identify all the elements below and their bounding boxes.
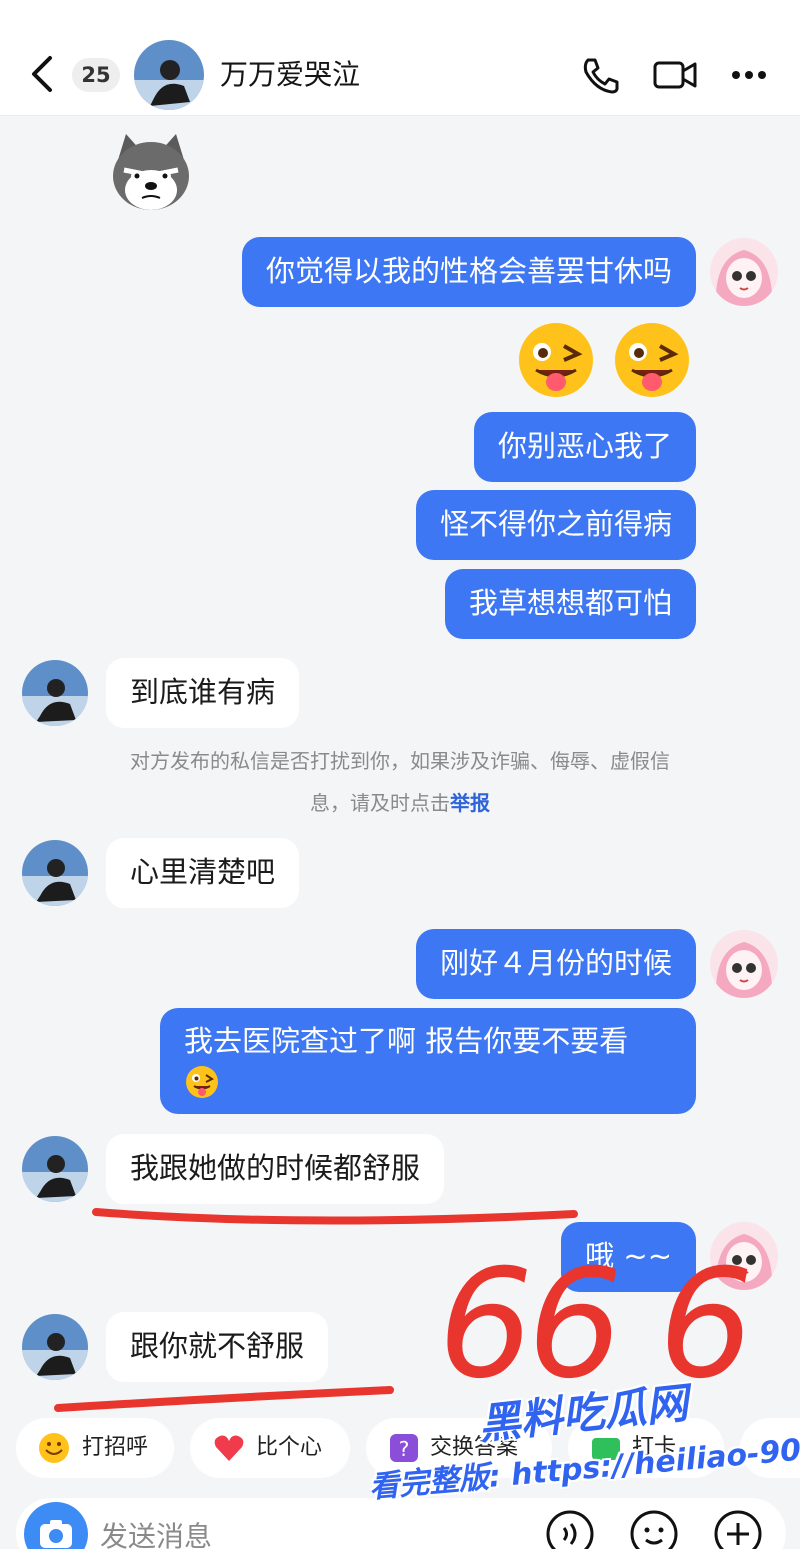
message-bubble-outgoing[interactable]: 你觉得以我的性格会善罢甘休吗 [241, 237, 696, 307]
message-bubble-outgoing[interactable]: 怪不得你之前得病 [415, 490, 696, 560]
add-icon[interactable] [712, 1508, 764, 1549]
voice-icon[interactable] [544, 1508, 596, 1549]
safety-notice-line1: 对方发布的私信是否打扰到你，如果涉及诈骗、侮辱、虚假信 [130, 749, 670, 773]
unread-count-badge: 25 [72, 58, 120, 92]
safety-notice-line2: 息，请及时点击 [310, 791, 450, 815]
wave-emoji-icon [39, 1433, 69, 1463]
more-options-icon[interactable] [728, 54, 774, 96]
quick-action-label: 打招呼 [82, 1435, 149, 1460]
camera-icon [40, 1520, 72, 1548]
video-call-icon[interactable] [652, 54, 698, 96]
message-bubble-outgoing[interactable]: 刚好４月份的时候 [415, 929, 696, 999]
message-bubble-incoming[interactable]: 到底谁有病 [106, 658, 300, 728]
dog-sticker [108, 130, 194, 216]
wink-tongue-emoji-pair [512, 320, 698, 400]
message-input[interactable]: 发送消息 [100, 1515, 212, 1549]
message-bubble-outgoing[interactable]: 我草想想都可怕 [444, 569, 696, 639]
heart-icon [214, 1435, 244, 1461]
contact-avatar[interactable] [134, 40, 204, 110]
message-text: 我去医院查过了啊 报告你要不要看 [184, 1024, 629, 1058]
back-arrow-icon[interactable] [28, 54, 58, 94]
report-link[interactable]: 举报 [450, 791, 490, 815]
safety-notice: 对方发布的私信是否打扰到你，如果涉及诈骗、侮辱、虚假信 息，请及时点击举报 [40, 740, 760, 824]
quick-action-wave[interactable]: 打招呼 [16, 1418, 174, 1478]
message-bubble-outgoing-multiline[interactable]: 我去医院查过了啊 报告你要不要看 [160, 1008, 696, 1114]
contact-name: 万万爱哭泣 [220, 58, 361, 91]
wink-tongue-emoji [186, 1066, 218, 1098]
red-666-annotation: 66 6 [438, 1238, 754, 1412]
svg-text:?: ? [399, 1437, 410, 1461]
chat-header: 25 万万爱哭泣 [0, 0, 800, 116]
contact-avatar-small[interactable] [22, 1314, 88, 1380]
quick-action-heart[interactable]: 比个心 [190, 1418, 350, 1478]
message-bubble-outgoing[interactable]: 你别恶心我了 [473, 412, 696, 482]
quick-action-label: 比个心 [256, 1435, 323, 1460]
my-avatar[interactable] [710, 930, 778, 998]
phone-call-icon[interactable] [578, 54, 624, 96]
camera-button[interactable] [24, 1502, 88, 1549]
message-bubble-incoming[interactable]: 我跟她做的时候都舒服 [106, 1134, 445, 1204]
message-bubble-incoming[interactable]: 心里清楚吧 [106, 838, 300, 908]
contact-avatar-small[interactable] [22, 1136, 88, 1202]
contact-avatar-small[interactable] [22, 840, 88, 906]
contact-avatar-small[interactable] [22, 660, 88, 726]
message-bubble-incoming[interactable]: 跟你就不舒服 [106, 1312, 329, 1382]
my-avatar[interactable] [710, 238, 778, 306]
emoji-icon[interactable] [628, 1508, 680, 1549]
